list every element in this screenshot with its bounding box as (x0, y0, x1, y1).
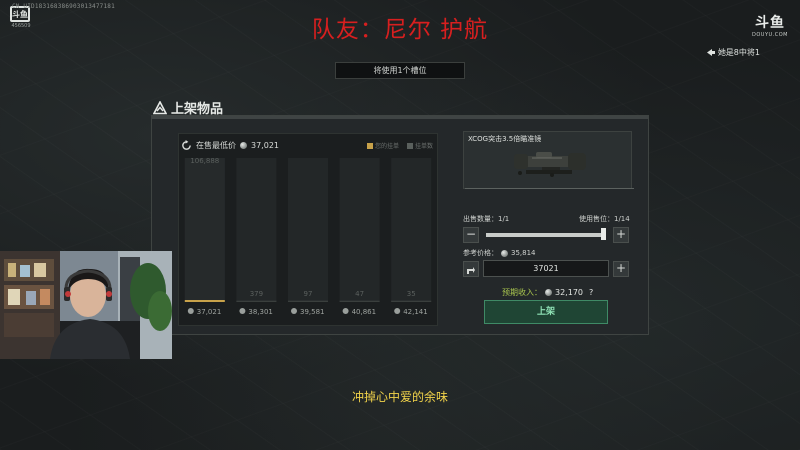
legend-label-your-listing: 您的挂单 (374, 142, 399, 150)
scope-item-image (514, 152, 586, 177)
price-tool-button[interactable] (463, 261, 479, 277)
quantity-slider-thumb[interactable] (601, 228, 606, 240)
chart-column-bg (236, 158, 277, 302)
increase-price-button[interactable]: + (613, 261, 629, 277)
increase-quantity-button[interactable]: + (613, 227, 629, 243)
reference-price-label: 参考价格： (463, 249, 498, 257)
chart-data-label: 35 (407, 290, 416, 298)
hand-pointer-icon (467, 267, 475, 274)
legend-item-your-listing: 您的挂单 (366, 141, 399, 150)
coin-icon (501, 249, 508, 257)
slots-used-label: 使用售位：1/14 (579, 215, 630, 223)
chart-tick-label: 39,581 (300, 308, 325, 316)
douyu-logo-mark: 斗鱼 (755, 15, 785, 31)
top-right-note: 她是8中将1 (706, 47, 760, 58)
warning-icon (153, 100, 167, 114)
webcam-feed-image (0, 251, 172, 359)
chart-bar-baseline (288, 301, 328, 302)
price-distribution-chart: 在售最低价 37,021 您的挂单 挂单数 106,888 37,021 379 38… (178, 133, 438, 326)
quantity-slider-fill (486, 233, 606, 237)
decrease-quantity-button[interactable]: − (463, 227, 479, 243)
team-banner: 队友：尼尔 护航 (311, 17, 489, 43)
chart-bar-baseline (391, 301, 432, 302)
chart-tick-coin-icon (239, 308, 246, 314)
legend-swatch-listing-count (406, 143, 413, 149)
chart-tick-coin-icon (187, 308, 194, 314)
chart-your-listing-marker (184, 300, 225, 302)
reference-price-value: 35,814 (511, 249, 536, 257)
coin-icon (545, 289, 552, 296)
chart-tick-label: 42,141 (403, 308, 428, 316)
legend-swatch-your-listing (366, 143, 373, 149)
listing-controls: XCOG突击3.5倍瞄准镜 出售数量：1/1 使用售位：1/14 − + 参考价… (462, 116, 642, 336)
legend-item-listing-count: 挂单数 (406, 141, 433, 150)
help-icon[interactable]: ? (589, 288, 593, 297)
lyric-subtitle: 冲掉心中爱的余味 (351, 390, 448, 404)
chart-bar-baseline (339, 301, 380, 302)
lowest-price-value: 37,021 (251, 140, 279, 150)
pin-icon (706, 49, 715, 56)
chart-plot: 106,888 37,021 379 38,301 97 39,581 47 40,861 35… (184, 157, 432, 316)
coin-icon (240, 141, 247, 149)
item-card-underline (465, 188, 634, 189)
expected-income-label: 预期收入： (502, 288, 542, 297)
chart-tick-label: 37,021 (197, 308, 222, 316)
douyu-logo: 斗鱼 DOUYU.COM (752, 12, 788, 38)
item-card: XCOG突击3.5倍瞄准镜 (463, 131, 634, 189)
chart-legend: 您的挂单 挂单数 (366, 141, 433, 150)
user-id-watermark: CN UID183168386903013477181 (12, 3, 115, 10)
chart-data-label: 379 (250, 290, 263, 298)
refresh-icon[interactable] (181, 139, 192, 151)
list-item-dialog: 在售最低价 37,021 您的挂单 挂单数 106,888 37,021 379 38… (151, 115, 649, 335)
expected-income-value: 32,170 (555, 288, 583, 297)
chart-data-label: 106,888 (190, 157, 219, 165)
chart-tick-label: 40,861 (352, 308, 377, 316)
reference-price-row: 参考价格： 35,814 (463, 248, 536, 258)
lowest-price-label: 在售最低价 (196, 140, 236, 150)
chart-column-bg (288, 158, 328, 302)
chart-tick-coin-icon (342, 308, 349, 314)
douyu-logo-text: DOUYU.COM (752, 32, 788, 38)
chart-tick-coin-icon (394, 308, 401, 314)
top-right-note-text: 她是8中将1 (717, 48, 760, 57)
streamer-webcam (0, 251, 172, 359)
expected-income: 预期收入： 32,170 ? (502, 287, 593, 298)
legend-label-listing-count: 挂单数 (414, 142, 433, 150)
sell-quantity-label: 出售数量：1/1 (463, 215, 510, 223)
chart-data-label: 47 (355, 290, 364, 298)
chart-bar (184, 158, 225, 302)
quantity-slider-track[interactable] (486, 233, 606, 237)
chart-tick-label: 38,301 (248, 308, 273, 316)
chart-column-bg (339, 158, 380, 302)
chart-column-bg (391, 158, 432, 302)
slot-usage-notice: 将使用1个槽位 (335, 62, 465, 79)
chart-header: 在售最低价 37,021 您的挂单 挂单数 (181, 138, 433, 152)
chart-tick-coin-icon (291, 308, 297, 314)
price-input[interactable]: 37021 (483, 260, 609, 277)
list-item-button[interactable]: 上架 (484, 300, 608, 324)
chart-bar-baseline (236, 301, 277, 302)
chart-data-label: 97 (304, 290, 313, 298)
